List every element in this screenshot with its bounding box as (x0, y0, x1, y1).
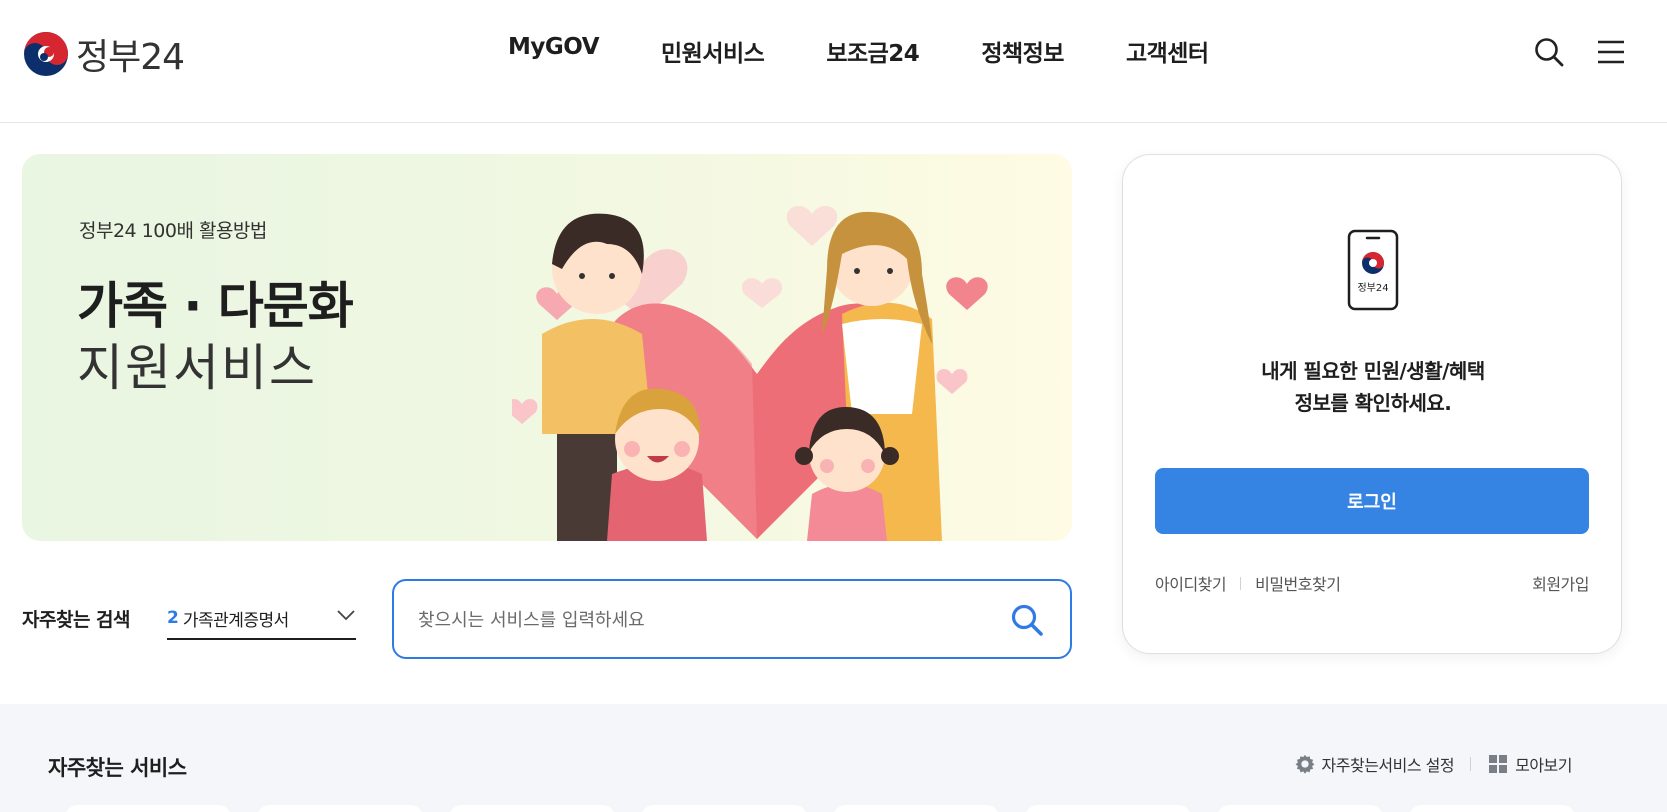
service-card[interactable] (1408, 805, 1576, 812)
service-cards (64, 805, 1576, 812)
service-card[interactable] (1216, 805, 1384, 812)
services-title: 자주찾는 서비스 (48, 756, 187, 780)
service-card[interactable] (256, 805, 424, 812)
banner-title-line2: 지원서비스 (77, 339, 317, 397)
login-card: 정부24 내게 필요한 민원/생활/혜택 정보를 확인하세요. 로그인 아이디찾… (1122, 154, 1622, 654)
site-header: 정부24 MyGOV 민원서비스 보조금24 정책정보 고객센터 (0, 0, 1667, 123)
mobile-gov24-icon: 정부24 (1347, 229, 1399, 311)
signup-link[interactable]: 회원가입 (1532, 571, 1589, 595)
services-settings-label: 자주찾는서비스 설정 (1321, 756, 1455, 775)
menu-icon[interactable] (1595, 36, 1627, 68)
main-nav: MyGOV 민원서비스 보조금24 정책정보 고객센터 (508, 34, 1209, 68)
view-all-button[interactable]: 모아보기 (1487, 752, 1572, 776)
nav-item-policy-info[interactable]: 정책정보 (981, 34, 1064, 68)
find-password-link[interactable]: 비밀번호찾기 (1255, 571, 1341, 595)
grid-icon (1489, 755, 1508, 773)
login-message-line1: 내게 필요한 민원/생활/혜택 (1261, 359, 1485, 383)
nav-item-subsidy24[interactable]: 보조금24 (826, 34, 920, 68)
nav-item-mygov[interactable]: MyGOV (508, 34, 600, 68)
frequent-search-label: 자주찾는 검색 (22, 609, 131, 631)
search-icon[interactable] (1533, 36, 1565, 68)
login-links: 아이디찾기 비밀번호찾기 회원가입 (1155, 571, 1589, 595)
frequent-search-dropdown[interactable]: 2 가족관계증명서 (167, 598, 356, 640)
service-search-box (392, 579, 1072, 659)
nav-item-customer-center[interactable]: 고객센터 (1126, 34, 1209, 68)
services-settings-button[interactable]: 자주찾는서비스 설정 (1294, 752, 1455, 776)
view-all-label: 모아보기 (1515, 756, 1572, 775)
divider (1240, 576, 1242, 590)
frequent-search-rank: 2 (167, 608, 179, 628)
login-message: 내게 필요한 민원/생활/혜택 정보를 확인하세요. (1123, 355, 1623, 419)
search-input[interactable] (418, 603, 978, 637)
divider (1470, 757, 1472, 771)
main-banner[interactable]: 정부24 100배 활용방법 가족 · 다문화 지원서비스 (22, 154, 1072, 541)
frequent-search-value: 가족관계증명서 (182, 610, 289, 631)
logo-text: 정부24 (76, 37, 185, 78)
nav-item-civil-service[interactable]: 민원서비스 (661, 34, 765, 68)
phone-label: 정부24 (1357, 282, 1388, 294)
header-actions (1533, 36, 1627, 68)
login-button[interactable]: 로그인 (1155, 468, 1589, 534)
service-card[interactable] (640, 805, 808, 812)
frequent-services-section: 자주찾는 서비스 자주찾는서비스 설정 모아보기 (0, 704, 1667, 812)
service-card[interactable] (448, 805, 616, 812)
logo[interactable]: 정부24 (22, 28, 185, 80)
taegeuk-logo-icon (24, 32, 68, 76)
family-illustration (512, 205, 988, 541)
service-card[interactable] (832, 805, 1000, 812)
services-tools: 자주찾는서비스 설정 모아보기 (1294, 752, 1572, 776)
banner-subtitle: 정부24 100배 활용방법 (79, 220, 267, 242)
login-message-line2: 정보를 확인하세요. (1294, 391, 1452, 415)
search-submit-icon[interactable] (1010, 603, 1044, 637)
service-card[interactable] (1024, 805, 1192, 812)
find-id-link[interactable]: 아이디찾기 (1155, 571, 1227, 595)
gear-icon (1295, 754, 1314, 774)
chevron-down-icon (337, 610, 355, 621)
service-card[interactable] (64, 805, 232, 812)
